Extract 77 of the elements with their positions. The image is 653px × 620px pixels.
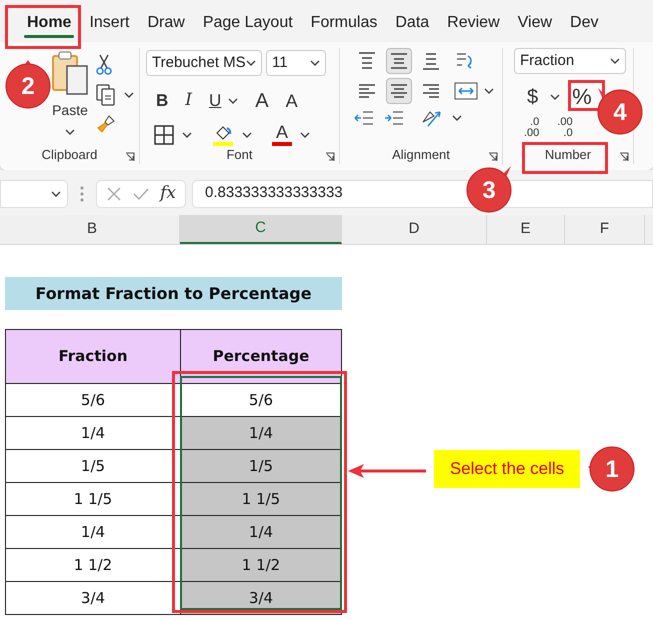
column-header[interactable]: C [180, 215, 342, 244]
font-name-select[interactable]: Trebuchet MS [146, 50, 262, 76]
column-header[interactable]: E [487, 215, 565, 244]
increase-indent-icon[interactable] [384, 109, 404, 127]
decrease-decimal-button[interactable]: .00 .0 [549, 117, 573, 139]
fill-color-icon[interactable] [212, 124, 234, 146]
table-cell[interactable]: 1/4 [181, 416, 341, 449]
caret-icon[interactable] [228, 98, 238, 104]
paste-button[interactable]: Paste [50, 50, 90, 121]
caret-icon[interactable] [65, 129, 75, 135]
cut-icon[interactable] [96, 54, 112, 76]
caret-icon[interactable] [310, 60, 320, 66]
column-header[interactable]: F [565, 215, 645, 244]
shrink-font-button[interactable]: A [286, 88, 298, 114]
table-cell: 1/5 [6, 449, 181, 482]
caret-icon[interactable] [246, 60, 256, 66]
dialog-launcher-icon [325, 152, 335, 162]
ribbon-tab[interactable]: Draw [138, 11, 194, 42]
ribbon-tab[interactable]: Formulas [302, 11, 386, 42]
group-label: Clipboard [42, 146, 98, 164]
caret-icon[interactable] [610, 58, 620, 64]
ribbon-tab[interactable]: Home [18, 11, 80, 42]
align-middle-button[interactable] [386, 48, 412, 74]
format-painter-icon[interactable] [96, 114, 116, 134]
merge-center-icon[interactable] [454, 81, 478, 101]
ribbon-tab[interactable]: Dev [561, 11, 608, 42]
ribbon-tab[interactable]: Page Layout [194, 11, 302, 42]
font-color-button[interactable]: A [272, 124, 292, 146]
caret-icon[interactable] [182, 132, 192, 138]
underline-button[interactable]: U [209, 88, 222, 114]
column-header[interactable]: D [342, 215, 487, 244]
column-heading: Percentage [181, 330, 341, 383]
table-cell: 3/4 [6, 581, 181, 614]
caret-icon[interactable] [51, 190, 61, 196]
bold-button[interactable]: B [156, 88, 168, 114]
caret-icon[interactable] [300, 132, 310, 138]
ribbon-tab[interactable]: Review [438, 11, 509, 42]
caret-icon[interactable] [452, 115, 462, 121]
dialog-launcher-icon [619, 152, 629, 162]
dialog-launcher-icon [125, 152, 135, 162]
group-label: Font [226, 146, 252, 164]
font-size-select[interactable]: 11 [266, 50, 326, 76]
table-cell[interactable]: 1/4 [181, 515, 341, 548]
number-format-select[interactable]: Fraction [514, 48, 626, 74]
ribbon-tab[interactable]: Data [386, 11, 438, 42]
insert-function-button[interactable]: fx [160, 180, 176, 206]
table-cell: 5/6 [6, 383, 181, 416]
group-label: Alignment [392, 146, 450, 164]
table-cell: 1 1/5 [6, 482, 181, 515]
decrease-indent-icon[interactable] [354, 109, 374, 127]
dialog-launcher-icon [488, 152, 498, 162]
copy-icon[interactable] [96, 84, 116, 106]
caret-icon[interactable] [484, 88, 494, 94]
table-cell[interactable]: 1/5 [181, 449, 341, 482]
borders-icon[interactable] [154, 125, 174, 145]
currency-button[interactable]: $ [527, 82, 538, 112]
table-cell: 1/4 [6, 515, 181, 548]
increase-decimal-button[interactable]: .0 .00 [516, 117, 540, 139]
caret-icon[interactable] [242, 132, 252, 138]
callout-label: Select the cells [434, 450, 580, 488]
caret-icon[interactable] [550, 94, 560, 100]
ribbon-tab[interactable]: Insert [80, 11, 138, 42]
align-center-button[interactable] [386, 78, 412, 104]
table-cell[interactable]: 1 1/2 [181, 548, 341, 581]
caret-icon[interactable] [124, 92, 134, 98]
table-cell[interactable]: 1 1/5 [181, 482, 341, 515]
grow-font-button[interactable]: A [255, 86, 269, 116]
table-cell: 1 1/2 [6, 548, 181, 581]
table-cell: 1/4 [6, 416, 181, 449]
sheet-title: Format Fraction to Percentage [5, 277, 342, 310]
percent-button[interactable]: % [572, 80, 592, 113]
ribbon-tab[interactable]: View [508, 11, 562, 42]
italic-button[interactable]: I [185, 88, 192, 114]
group-label: Number [544, 146, 592, 164]
column-heading: Fraction [6, 330, 181, 383]
grip-icon [80, 186, 84, 202]
clipboard-icon [50, 50, 90, 96]
